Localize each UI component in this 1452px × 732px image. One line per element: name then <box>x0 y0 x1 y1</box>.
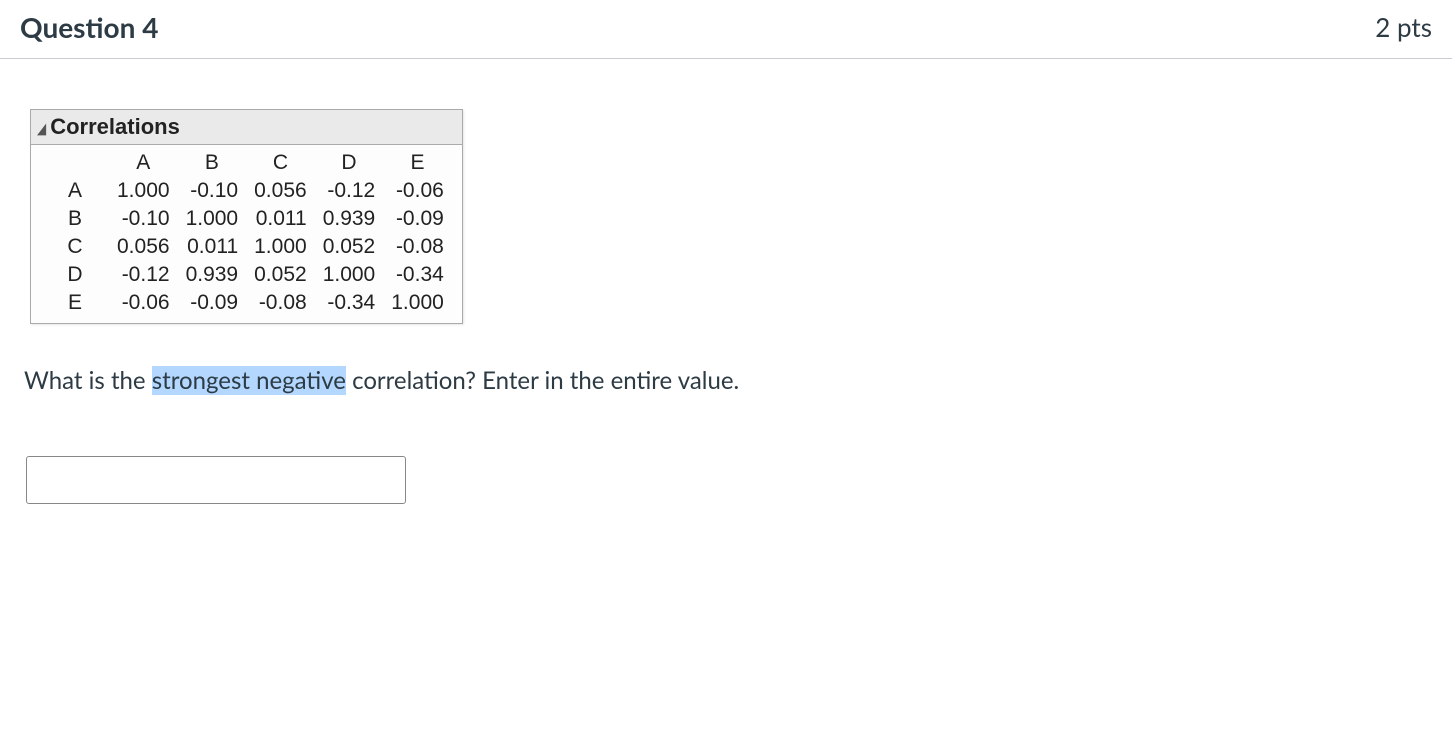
cell: -0.34 <box>315 289 384 317</box>
cell: -0.12 <box>109 261 178 289</box>
question-header: Question 4 2 pts <box>0 0 1452 59</box>
cell: -0.09 <box>383 205 452 233</box>
cell: 0.056 <box>246 177 315 205</box>
cell: -0.12 <box>315 177 384 205</box>
cell: 1.000 <box>246 233 315 261</box>
prompt-highlight: strongest negative <box>152 366 346 395</box>
table-header-row: A B C D E <box>41 149 452 177</box>
panel-title: Correlations <box>50 114 180 140</box>
cell: 0.052 <box>246 261 315 289</box>
table-row: D -0.12 0.939 0.052 1.000 -0.34 <box>41 261 452 289</box>
table-row: E -0.06 -0.09 -0.08 -0.34 1.000 <box>41 289 452 317</box>
cell: -0.06 <box>383 177 452 205</box>
cell: -0.10 <box>178 177 247 205</box>
table-corner <box>41 149 109 177</box>
cell: 0.056 <box>109 233 178 261</box>
question-prompt: What is the strongest negative correlati… <box>24 364 1432 398</box>
prompt-text-after: correlation? Enter in the entire value. <box>346 366 739 395</box>
cell: 1.000 <box>315 261 384 289</box>
row-header: A <box>41 177 109 205</box>
question-body: ◢ Correlations A B C D E A 1.000 -0.10 0… <box>0 59 1452 524</box>
col-header: C <box>246 149 315 177</box>
row-header: E <box>41 289 109 317</box>
cell: -0.10 <box>109 205 178 233</box>
col-header: A <box>109 149 178 177</box>
row-header: D <box>41 261 109 289</box>
panel-title-row: ◢ Correlations <box>31 110 462 145</box>
cell: -0.09 <box>178 289 247 317</box>
table-row: A 1.000 -0.10 0.056 -0.12 -0.06 <box>41 177 452 205</box>
cell: -0.08 <box>246 289 315 317</box>
cell: 0.939 <box>178 261 247 289</box>
cell: 0.011 <box>246 205 315 233</box>
correlations-panel: ◢ Correlations A B C D E A 1.000 -0.10 0… <box>30 109 463 324</box>
cell: 0.939 <box>315 205 384 233</box>
cell: -0.06 <box>109 289 178 317</box>
cell: 1.000 <box>383 289 452 317</box>
col-header: E <box>383 149 452 177</box>
cell: 0.011 <box>178 233 247 261</box>
col-header: B <box>178 149 247 177</box>
prompt-text-before: What is the <box>24 366 152 395</box>
cell: 0.052 <box>315 233 384 261</box>
disclosure-icon: ◢ <box>37 117 46 137</box>
answer-input[interactable] <box>26 456 406 504</box>
question-points: 2 pts <box>1375 11 1432 43</box>
table-row: B -0.10 1.000 0.011 0.939 -0.09 <box>41 205 452 233</box>
question-title: Question 4 <box>20 10 158 44</box>
col-header: D <box>315 149 384 177</box>
row-header: C <box>41 233 109 261</box>
cell: 1.000 <box>178 205 247 233</box>
correlation-table: A B C D E A 1.000 -0.10 0.056 -0.12 -0.0… <box>41 149 452 317</box>
row-header: B <box>41 205 109 233</box>
cell: -0.34 <box>383 261 452 289</box>
cell: 1.000 <box>109 177 178 205</box>
cell: -0.08 <box>383 233 452 261</box>
table-row: C 0.056 0.011 1.000 0.052 -0.08 <box>41 233 452 261</box>
